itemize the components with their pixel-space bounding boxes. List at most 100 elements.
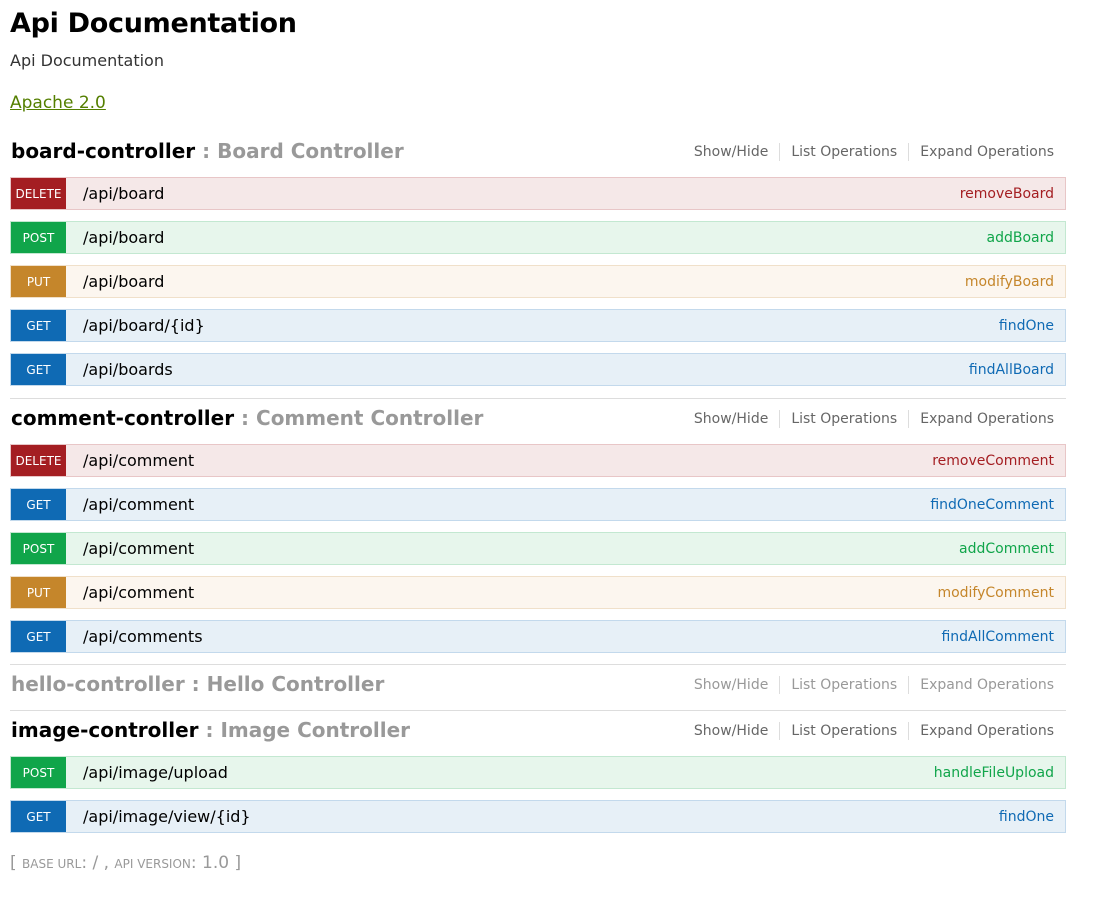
operation-path[interactable]: /api/board xyxy=(83,228,164,247)
show-hide-link[interactable]: Show/Hide xyxy=(683,676,781,694)
operation-nickname[interactable]: handleFileUpload xyxy=(934,765,1054,781)
resource-comment-controller: comment-controller : Comment Controller … xyxy=(10,404,1066,664)
method-badge[interactable]: GET xyxy=(11,354,66,385)
resource-heading: comment-controller : Comment Controller … xyxy=(10,404,1066,444)
api-version-value: : 1.0 xyxy=(190,853,230,873)
operation-nickname[interactable]: removeComment xyxy=(932,453,1054,469)
operation-nickname[interactable]: addBoard xyxy=(987,230,1055,246)
method-badge[interactable]: GET xyxy=(11,489,66,520)
method-badge[interactable]: PUT xyxy=(11,266,66,297)
operation-row[interactable]: POST /api/comment addComment xyxy=(10,532,1066,565)
operation-path[interactable]: /api/boards xyxy=(83,360,173,379)
operation-row[interactable]: POST /api/image/upload handleFileUpload xyxy=(10,756,1066,789)
operation-nickname[interactable]: findOneComment xyxy=(930,497,1054,513)
operation-path[interactable]: /api/board xyxy=(83,272,164,291)
method-badge[interactable]: DELETE xyxy=(11,445,66,476)
list-operations-link[interactable]: List Operations xyxy=(780,410,910,428)
operation-nickname[interactable]: findOne xyxy=(999,809,1054,825)
operation-path[interactable]: /api/image/view/{id} xyxy=(83,807,251,826)
operation-nickname[interactable]: findAllBoard xyxy=(969,362,1054,378)
operation-row[interactable]: GET /api/image/view/{id} findOne xyxy=(10,800,1066,833)
method-badge[interactable]: GET xyxy=(11,310,66,341)
resource-description: Hello Controller xyxy=(206,672,385,696)
operation-path[interactable]: /api/comment xyxy=(83,451,194,470)
operation-row[interactable]: GET /api/comment findOneComment xyxy=(10,488,1066,521)
method-badge[interactable]: PUT xyxy=(11,577,66,608)
license-link[interactable]: Apache 2.0 xyxy=(10,93,106,113)
operation-links: Show/Hide List Operations Expand Operati… xyxy=(683,143,1066,161)
resource-description: Comment Controller xyxy=(256,406,484,430)
operation-path[interactable]: /api/comments xyxy=(83,627,203,646)
operation-row[interactable]: DELETE /api/comment removeComment xyxy=(10,444,1066,477)
resource-heading: image-controller : Image Controller Show… xyxy=(10,716,1066,756)
resource-description: Board Controller xyxy=(217,139,404,163)
list-operations-link[interactable]: List Operations xyxy=(780,676,910,694)
operation-path[interactable]: /api/image/upload xyxy=(83,763,228,782)
show-hide-link[interactable]: Show/Hide xyxy=(683,722,781,740)
expand-operations-link[interactable]: Expand Operations xyxy=(909,410,1066,428)
resource-title[interactable]: hello-controller : Hello Controller xyxy=(11,672,384,696)
operation-links: Show/Hide List Operations Expand Operati… xyxy=(683,722,1066,740)
resource-title[interactable]: image-controller : Image Controller xyxy=(11,718,410,742)
resource-name: hello-controller xyxy=(11,672,185,696)
operation-nickname[interactable]: findAllComment xyxy=(941,629,1054,645)
operation-links: Show/Hide List Operations Expand Operati… xyxy=(683,676,1066,694)
show-hide-link[interactable]: Show/Hide xyxy=(683,143,781,161)
operation-row[interactable]: POST /api/board addBoard xyxy=(10,221,1066,254)
expand-operations-link[interactable]: Expand Operations xyxy=(909,676,1066,694)
list-operations-link[interactable]: List Operations xyxy=(780,722,910,740)
footer-close-bracket: ] xyxy=(229,853,242,873)
resource-separator: : xyxy=(195,139,218,163)
show-hide-link[interactable]: Show/Hide xyxy=(683,410,781,428)
method-badge[interactable]: GET xyxy=(11,801,66,832)
api-version-label: api version xyxy=(114,857,191,871)
operation-path[interactable]: /api/comment xyxy=(83,583,194,602)
method-badge[interactable]: GET xyxy=(11,621,66,652)
operation-row[interactable]: PUT /api/comment modifyComment xyxy=(10,576,1066,609)
method-badge[interactable]: DELETE xyxy=(11,178,66,209)
divider xyxy=(10,710,1066,711)
resource-separator: : xyxy=(198,718,221,742)
expand-operations-link[interactable]: Expand Operations xyxy=(909,143,1066,161)
resource-heading: board-controller : Board Controller Show… xyxy=(10,137,1066,177)
operation-nickname[interactable]: modifyComment xyxy=(937,585,1054,601)
resource-title[interactable]: board-controller : Board Controller xyxy=(11,139,404,163)
resource-separator: : xyxy=(234,406,257,430)
base-url-label: Base url xyxy=(22,857,82,871)
resource-name: image-controller xyxy=(11,718,199,742)
operation-nickname[interactable]: addComment xyxy=(959,541,1054,557)
page-title: Api Documentation xyxy=(10,8,297,39)
resource-heading: hello-controller : Hello Controller Show… xyxy=(10,670,1066,710)
operation-nickname[interactable]: findOne xyxy=(999,318,1054,334)
operation-nickname[interactable]: modifyBoard xyxy=(965,274,1054,290)
resource-board-controller: board-controller : Board Controller Show… xyxy=(10,137,1066,397)
operation-row[interactable]: GET /api/board/{id} findOne xyxy=(10,309,1066,342)
operation-path[interactable]: /api/board/{id} xyxy=(83,316,205,335)
method-badge[interactable]: POST xyxy=(11,757,66,788)
operation-path[interactable]: /api/comment xyxy=(83,539,194,558)
method-badge[interactable]: POST xyxy=(11,222,66,253)
operation-row[interactable]: DELETE /api/board removeBoard xyxy=(10,177,1066,210)
resource-description: Image Controller xyxy=(220,718,411,742)
operation-row[interactable]: PUT /api/board modifyBoard xyxy=(10,265,1066,298)
base-url-value: : / , xyxy=(81,853,115,873)
divider xyxy=(10,664,1066,665)
footer-open-bracket: [ xyxy=(10,853,23,873)
resource-hello-controller: hello-controller : Hello Controller Show… xyxy=(10,670,1066,710)
resource-name: comment-controller xyxy=(11,406,235,430)
operation-links: Show/Hide List Operations Expand Operati… xyxy=(683,410,1066,428)
list-operations-link[interactable]: List Operations xyxy=(780,143,910,161)
api-footer: [ Base url: / , api version: 1.0 ] xyxy=(10,853,241,873)
operation-path[interactable]: /api/comment xyxy=(83,495,194,514)
page-description: Api Documentation xyxy=(10,51,164,70)
operation-path[interactable]: /api/board xyxy=(83,184,164,203)
operation-row[interactable]: GET /api/boards findAllBoard xyxy=(10,353,1066,386)
resource-name: board-controller xyxy=(11,139,196,163)
operation-nickname[interactable]: removeBoard xyxy=(960,186,1054,202)
divider xyxy=(10,398,1066,399)
resource-title[interactable]: comment-controller : Comment Controller xyxy=(11,406,483,430)
operation-row[interactable]: GET /api/comments findAllComment xyxy=(10,620,1066,653)
expand-operations-link[interactable]: Expand Operations xyxy=(909,722,1066,740)
method-badge[interactable]: POST xyxy=(11,533,66,564)
resource-image-controller: image-controller : Image Controller Show… xyxy=(10,716,1066,844)
